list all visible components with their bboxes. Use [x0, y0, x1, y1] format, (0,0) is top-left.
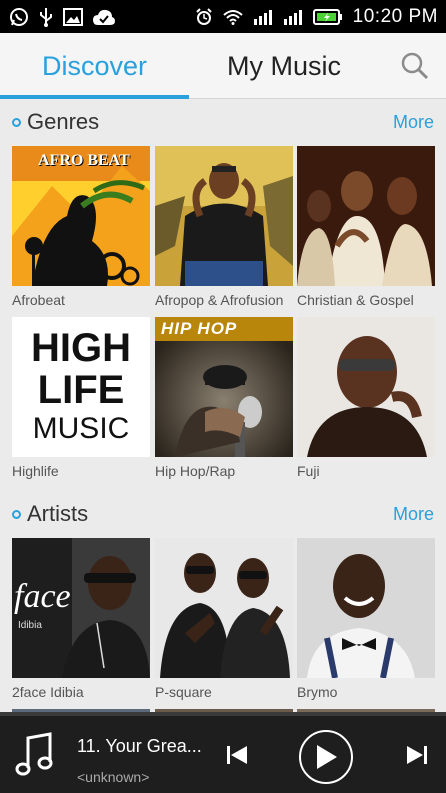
image-icon — [63, 7, 83, 26]
hiphop-art-text: HIP HOP — [161, 319, 238, 338]
artists-title: Artists — [27, 501, 89, 526]
alarm-icon — [195, 7, 213, 26]
gospel-artwork — [297, 146, 435, 286]
status-bar: 10:20 PM — [0, 0, 446, 33]
genre-label: Fuji — [297, 463, 320, 479]
afrobeat-art-text: AFRO BEAT — [38, 152, 130, 169]
genre-tile-fuji[interactable]: Fuji — [297, 317, 435, 479]
mini-player[interactable]: 11. Your Grea... <unknown> — [0, 712, 446, 793]
whatsapp-icon — [9, 7, 29, 27]
artists-more-link[interactable]: More — [393, 504, 434, 525]
battery-charging-icon — [312, 8, 343, 25]
genre-label: Highlife — [12, 463, 59, 479]
genre-tile-hiphop[interactable]: HIP HOP Hip Hop/Rap — [155, 317, 293, 479]
discover-content[interactable]: Genres More AFRO BEAT Afrobeat Afropop &… — [0, 100, 446, 712]
2face-artwork: face Idibia — [12, 538, 150, 678]
usb-icon — [38, 7, 54, 27]
artists-section-header: Artists More — [0, 492, 446, 536]
play-icon — [317, 745, 337, 769]
genres-section-header: Genres More — [0, 100, 446, 144]
afrobeat-artwork: AFRO BEAT — [12, 146, 150, 286]
highlife-artwork: HIGH LIFE MUSIC — [12, 317, 150, 457]
genres-title: Genres — [27, 109, 100, 134]
genre-label: Afrobeat — [12, 292, 65, 308]
2face-art-text: face — [14, 578, 71, 615]
fuji-artwork — [297, 317, 435, 457]
genre-tile-christian-gospel[interactable]: Christian & Gospel — [297, 146, 435, 308]
highlife-art-line2: LIFE — [37, 368, 125, 412]
wifi-icon — [223, 9, 243, 25]
signal-icon — [253, 9, 273, 25]
genre-label: Christian & Gospel — [297, 292, 414, 308]
music-note-icon — [14, 732, 56, 778]
previous-button[interactable] — [226, 744, 248, 766]
tab-discover[interactable]: Discover — [0, 33, 189, 99]
top-tab-bar: Discover My Music — [0, 33, 446, 99]
play-button[interactable] — [299, 730, 353, 784]
artist-label: Brymo — [297, 684, 338, 700]
section-bullet-icon — [12, 509, 21, 519]
track-title[interactable]: 11. Your Grea... — [77, 736, 202, 757]
highlife-art-line3: MUSIC — [32, 412, 130, 445]
previous-icon — [227, 746, 247, 764]
psquare-artwork — [155, 538, 293, 678]
brymo-artwork — [297, 538, 435, 678]
artist-tile-2face[interactable]: face Idibia 2face Idibia — [12, 538, 150, 700]
afropop-artwork — [155, 146, 293, 286]
tab-my-music[interactable]: My Music — [189, 33, 379, 99]
search-button[interactable] — [398, 49, 432, 83]
genre-tile-afropop[interactable]: Afropop & Afrofusion — [155, 146, 293, 308]
genres-more-link[interactable]: More — [393, 112, 434, 133]
artist-label: P-square — [155, 684, 212, 700]
next-icon — [407, 746, 427, 764]
signal-icon — [283, 9, 303, 25]
next-button[interactable] — [406, 744, 428, 766]
highlife-art-line1: HIGH — [31, 326, 131, 370]
2face-art-subtext: Idibia — [18, 620, 42, 631]
hiphop-artwork: HIP HOP — [155, 317, 293, 457]
active-tab-indicator — [0, 95, 189, 99]
section-bullet-icon — [12, 117, 21, 127]
genre-label: Hip Hop/Rap — [155, 463, 236, 479]
status-time: 10:20 PM — [352, 5, 438, 27]
genre-label: Afropop & Afrofusion — [155, 292, 284, 308]
track-artist: <unknown> — [77, 769, 150, 785]
search-icon — [401, 52, 429, 80]
artist-tile-brymo[interactable]: Brymo — [297, 538, 435, 700]
cloud-check-icon — [92, 8, 116, 26]
artist-label: 2face Idibia — [12, 684, 84, 700]
genre-tile-afrobeat[interactable]: AFRO BEAT Afrobeat — [12, 146, 150, 308]
artist-tile-psquare[interactable]: P-square — [155, 538, 293, 700]
genre-tile-highlife[interactable]: HIGH LIFE MUSIC Highlife — [12, 317, 150, 479]
